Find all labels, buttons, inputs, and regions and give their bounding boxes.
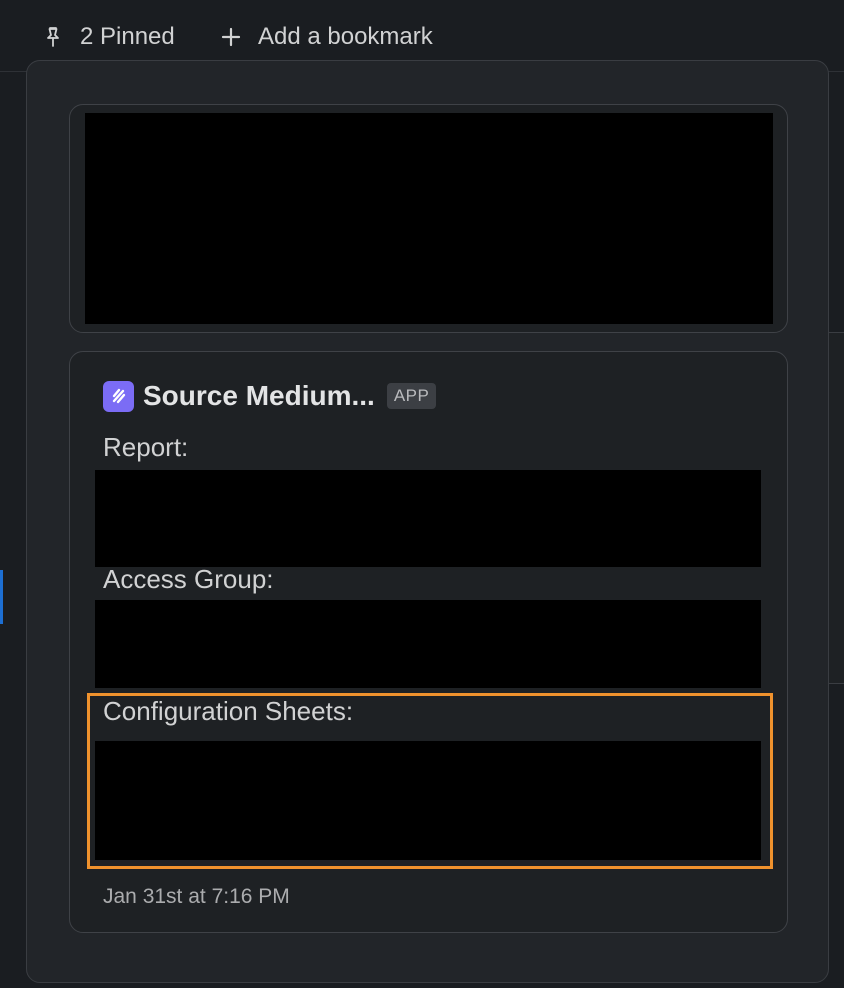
redacted-report: [95, 470, 761, 567]
pin-icon: [40, 24, 66, 50]
pinned-label: 2 Pinned: [80, 23, 175, 50]
add-bookmark-label: Add a bookmark: [258, 23, 433, 50]
app-logo-icon: [103, 380, 134, 412]
pinned-messages-popover: Source Medium... APP Report: Access Grou…: [26, 60, 829, 983]
app-name[interactable]: Source Medium...: [143, 380, 375, 412]
message-timestamp[interactable]: Jan 31st at 7:16 PM: [103, 885, 290, 909]
access-group-label: Access Group:: [103, 564, 274, 594]
configuration-sheets-label: Configuration Sheets:: [103, 696, 354, 726]
message-header: Source Medium... APP: [103, 380, 437, 412]
plus-icon: [218, 24, 244, 50]
app-badge: APP: [386, 383, 437, 409]
redacted-content: [85, 113, 773, 324]
redacted-configuration-sheets: [95, 741, 761, 860]
pinned-button[interactable]: 2 Pinned: [40, 20, 175, 54]
pinned-item[interactable]: Source Medium... APP Report: Access Grou…: [69, 351, 788, 933]
redacted-access-group: [95, 600, 761, 688]
pinned-item[interactable]: [69, 104, 788, 333]
add-bookmark-button[interactable]: Add a bookmark: [218, 20, 433, 54]
background-selection-indicator: [0, 570, 3, 624]
report-label: Report:: [103, 432, 189, 462]
